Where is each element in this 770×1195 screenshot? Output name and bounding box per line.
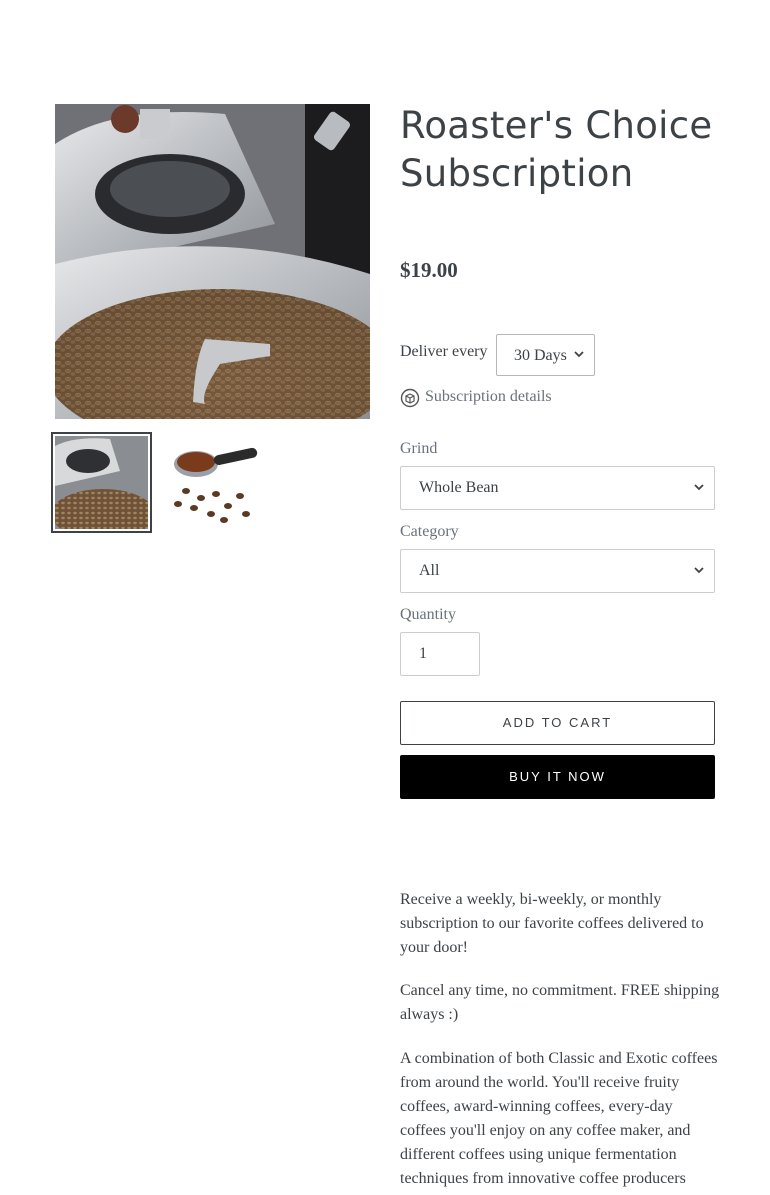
subscription-details-text: Subscription details (425, 388, 552, 405)
chevron-down-icon (574, 351, 584, 358)
description-paragraph-1: Receive a weekly, bi-weekly, or monthly … (400, 891, 704, 956)
subscription-box-icon (400, 388, 420, 408)
description-paragraph-3: A combination of both Classic and Exotic… (400, 1050, 718, 1187)
category-value: All (419, 562, 440, 579)
product-title: Roaster's Choice Subscription (400, 104, 713, 195)
category-select[interactable]: All (400, 549, 715, 593)
grind-value: Whole Bean (419, 479, 499, 496)
quantity-label: Quantity (400, 606, 456, 623)
thumbnail-ground-coffee[interactable] (166, 436, 259, 529)
grind-label: Grind (400, 440, 438, 457)
chevron-down-icon (694, 567, 704, 574)
deliver-frequency-value: 30 Days (514, 347, 567, 364)
deliver-frequency-select[interactable]: 30 Days (496, 334, 595, 376)
product-main-image (55, 104, 370, 419)
grind-select[interactable]: Whole Bean (400, 466, 715, 510)
quantity-input[interactable]: 1 (400, 632, 480, 676)
quantity-value: 1 (419, 645, 427, 662)
buy-it-now-button[interactable]: BUY IT NOW (400, 755, 715, 799)
chevron-down-icon (694, 484, 704, 491)
thumbnail-roaster[interactable] (51, 432, 152, 533)
add-to-cart-button[interactable]: ADD TO CART (400, 701, 715, 745)
product-price: $19.00 (400, 258, 458, 282)
category-label: Category (400, 523, 459, 540)
deliver-every-label: Deliver every (400, 343, 488, 360)
description-paragraph-2: Cancel any time, no commitment. FREE shi… (400, 982, 720, 1023)
